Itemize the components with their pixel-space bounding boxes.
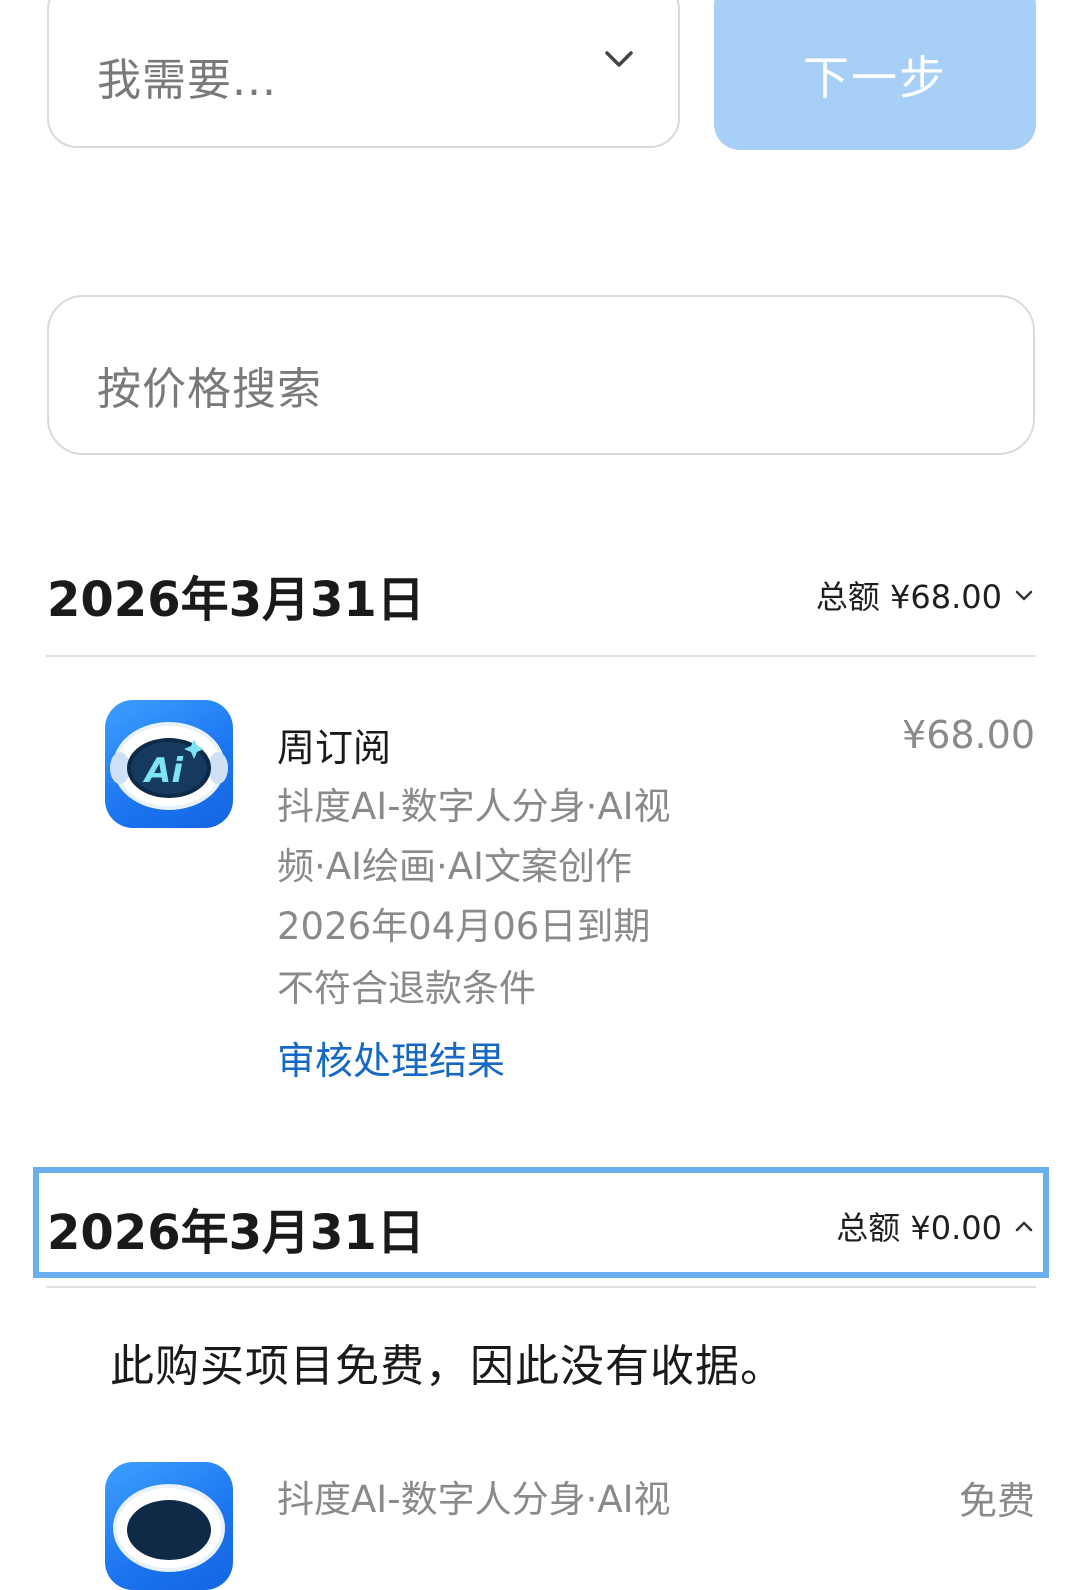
divider <box>46 655 1036 657</box>
item-expiry: 2026年04月06日到期 <box>277 905 651 948</box>
need-selector-placeholder: 我需要... <box>97 55 277 106</box>
item-price: 免费 <box>958 1479 1035 1523</box>
section-date: 2026年3月31日 <box>47 1205 425 1261</box>
app-icon <box>105 1462 233 1590</box>
section-total: 总额 ¥68.00 <box>815 578 1002 616</box>
svg-text:Ai: Ai <box>142 751 184 791</box>
need-selector[interactable]: 我需要... <box>47 0 680 148</box>
next-step-label: 下一步 <box>803 51 947 105</box>
section-total-toggle[interactable]: 总额 ¥68.00 <box>816 572 1034 618</box>
item-app-name-line2: 频·AI绘画·AI文案创作 <box>277 845 632 888</box>
divider <box>46 1286 1036 1288</box>
review-result-link[interactable]: 审核处理结果 <box>277 1030 505 1085</box>
chevron-down-icon <box>605 51 633 67</box>
item-app-name-line1: 抖度AI-数字人分身·AI视 <box>277 1478 671 1521</box>
app-icon: Ai <box>105 700 233 828</box>
chevron-up-icon <box>1015 1221 1033 1232</box>
item-price: ¥68.00 <box>902 713 1035 757</box>
section-total-toggle[interactable]: 总额 ¥0.00 <box>836 1203 1034 1249</box>
price-search-input[interactable]: 按价格搜索 <box>47 295 1035 455</box>
item-app-name-line1: 抖度AI-数字人分身·AI视 <box>277 785 671 828</box>
section-date: 2026年3月31日 <box>47 572 425 628</box>
robot-icon <box>113 1484 225 1572</box>
item-title: 周订阅 <box>277 726 392 770</box>
robot-icon: Ai <box>110 722 228 810</box>
price-search-placeholder: 按价格搜索 <box>97 364 322 415</box>
free-purchase-note: 此购买项目免费，因此没有收据。 <box>110 1341 785 1392</box>
chevron-down-icon <box>1015 590 1033 601</box>
next-step-button[interactable]: 下一步 <box>714 0 1036 150</box>
section-total: 总额 ¥0.00 <box>836 1209 1002 1247</box>
item-refund-status: 不符合退款条件 <box>277 967 536 1010</box>
